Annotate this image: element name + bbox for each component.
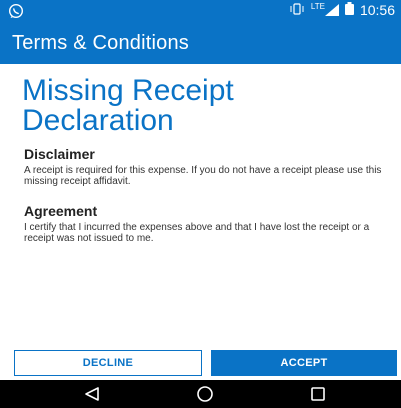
recents-icon[interactable]: [306, 384, 330, 404]
page-title: Missing Receipt Declaration: [22, 74, 234, 137]
back-icon[interactable]: [80, 384, 104, 404]
signal-icon: LTE: [310, 1, 339, 16]
decline-button[interactable]: DECLINE: [14, 350, 202, 376]
battery-icon: [344, 2, 354, 18]
action-bar: DECLINE ACCEPT: [0, 346, 401, 380]
app-bar-title: Terms & Conditions: [12, 32, 189, 54]
terms-content: Missing Receipt Declaration Disclaimer A…: [0, 64, 401, 346]
app-bar: Terms & Conditions: [0, 22, 401, 64]
status-icons: LTE 10:56: [289, 2, 395, 18]
status-bar: LTE 10:56: [0, 0, 401, 22]
home-icon[interactable]: [193, 384, 217, 404]
disclaimer-heading: Disclaimer: [24, 146, 95, 162]
network-type: LTE: [310, 1, 325, 11]
agreement-text: I certify that I incurred the expenses a…: [24, 222, 370, 244]
whatsapp-icon: [8, 3, 24, 24]
agreement-heading: Agreement: [24, 203, 98, 219]
disclaimer-text: A receipt is required for this expense. …: [24, 165, 382, 187]
navigation-bar: [0, 380, 401, 408]
accept-button[interactable]: ACCEPT: [211, 350, 397, 376]
clock: 10:56: [359, 2, 395, 18]
vibrate-icon: [289, 2, 305, 18]
